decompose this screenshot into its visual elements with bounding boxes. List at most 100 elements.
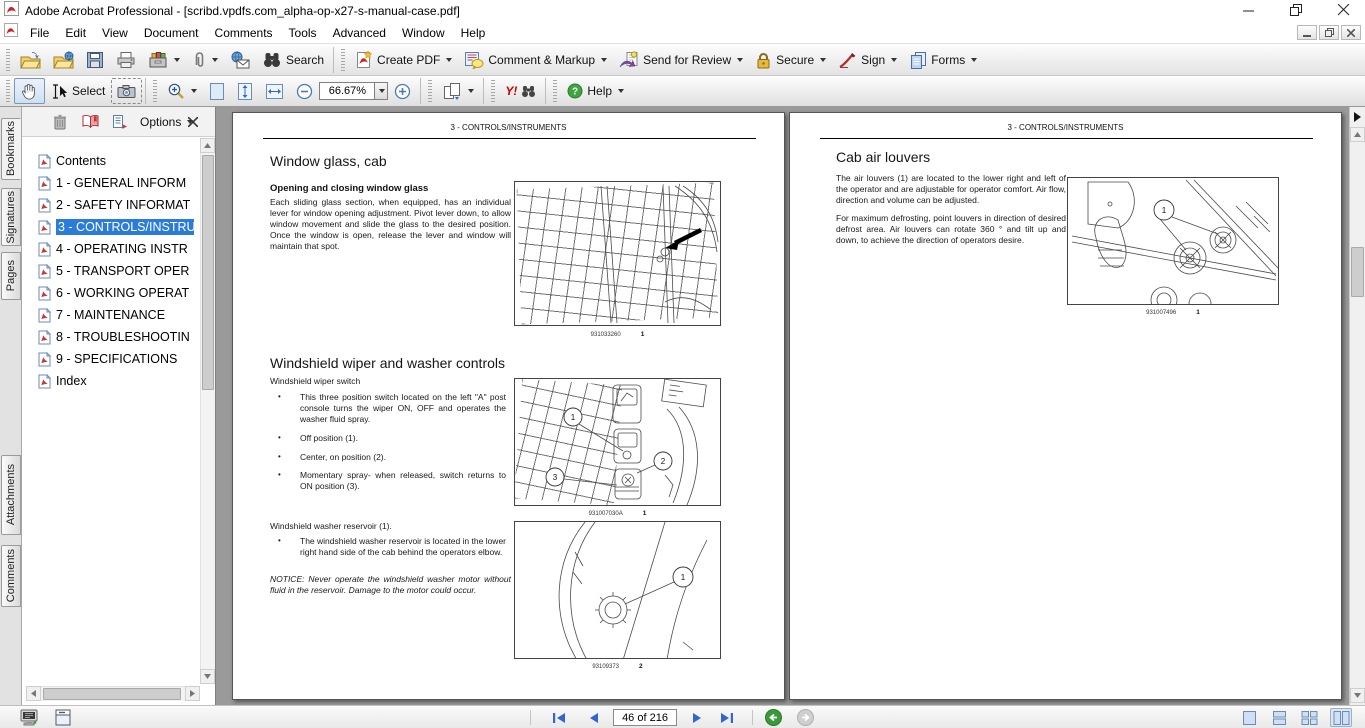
toolbar-grip[interactable] (6, 80, 10, 102)
bookmark-transport-operations[interactable]: 5 - TRANSPORT OPER (38, 261, 189, 281)
page-panel-button[interactable] (52, 708, 74, 727)
first-page-button[interactable] (548, 708, 570, 727)
tab-attachments[interactable]: Attachments (1, 455, 21, 535)
bookmark-operating-instructions[interactable]: 4 - OPERATING INSTR (38, 239, 188, 259)
bookmark-troubleshooting[interactable]: 8 - TROUBLESHOOTIN (38, 327, 190, 347)
sign-button[interactable]: Sign (832, 47, 903, 73)
menu-view[interactable]: View (94, 24, 136, 42)
zoom-out-button[interactable] (290, 78, 319, 104)
continuous-layout-button[interactable] (1268, 708, 1290, 727)
forms-button[interactable]: Forms (903, 47, 983, 73)
scroll-right-arrow[interactable] (185, 686, 200, 701)
fit-page-button[interactable] (203, 78, 231, 104)
secure-dropdown[interactable] (820, 58, 826, 62)
facing-layout-button[interactable] (1298, 708, 1320, 727)
doc-restore-button[interactable] (1319, 25, 1339, 40)
tab-comments[interactable]: Comments (1, 545, 21, 607)
bookmark-controls-instruments[interactable]: 3 - CONTROLS/INSTRU (38, 217, 194, 237)
open-button[interactable] (14, 47, 47, 73)
comment-markup-dropdown[interactable] (601, 58, 607, 62)
bookmark-working-operations[interactable]: 6 - WORKING OPERAT (38, 283, 189, 303)
toolbar-grip[interactable] (6, 49, 10, 71)
previous-view-button[interactable] (762, 708, 784, 727)
page-number-input[interactable]: 46 of 216 (613, 709, 677, 726)
zoom-tool-dropdown[interactable] (191, 89, 197, 93)
page-display-button[interactable] (436, 78, 480, 104)
last-page-button[interactable] (716, 708, 738, 727)
close-button[interactable] (1329, 1, 1359, 19)
toolbar-grip[interactable] (341, 49, 345, 71)
yahoo-search-button[interactable]: Y! (499, 78, 542, 104)
doc-close-button[interactable] (1341, 25, 1361, 40)
document-area[interactable]: 3 - CONTROLS/INSTRUMENTS Window glass, c… (216, 107, 1349, 705)
tab-pages[interactable]: Pages (1, 252, 21, 300)
open-web-button[interactable] (47, 47, 80, 73)
zoom-level-input[interactable]: 66.67% (319, 82, 375, 100)
close-panel-button[interactable] (183, 112, 203, 132)
save-button[interactable] (80, 47, 110, 73)
email-button[interactable] (224, 47, 256, 73)
document-scrollbar[interactable] (1349, 107, 1365, 705)
attach-dropdown[interactable] (212, 58, 218, 62)
scrollbar-thumb[interactable] (202, 155, 214, 390)
sign-dropdown[interactable] (891, 58, 897, 62)
menu-tools[interactable]: Tools (281, 24, 325, 42)
menu-comments[interactable]: Comments (207, 24, 281, 42)
create-pdf-dropdown[interactable] (446, 58, 452, 62)
toolbar-grip[interactable] (428, 80, 432, 102)
send-review-dropdown[interactable] (737, 58, 743, 62)
comment-markup-button[interactable]: Comment & Markup (458, 47, 613, 73)
scrollbar-thumb[interactable] (43, 688, 181, 700)
tab-signatures[interactable]: Signatures (1, 188, 21, 246)
snapshot-tool-button[interactable] (111, 78, 142, 104)
scroll-up-arrow[interactable] (1350, 127, 1365, 142)
minimize-button[interactable] (1233, 1, 1263, 19)
search-button[interactable]: Search (256, 47, 330, 73)
restore-button[interactable] (1281, 1, 1311, 19)
page-display-dropdown[interactable] (468, 89, 474, 93)
scroll-left-arrow[interactable] (26, 686, 41, 701)
create-pdf-button[interactable]: Create PDF (349, 47, 458, 73)
bookmark-maintenance[interactable]: 7 - MAINTENANCE (38, 305, 165, 325)
next-view-button[interactable] (794, 708, 816, 727)
menu-document[interactable]: Document (136, 24, 207, 42)
secure-button[interactable]: Secure (749, 47, 832, 73)
scroll-down-arrow[interactable] (1350, 688, 1365, 703)
organizer-dropdown[interactable] (174, 58, 180, 62)
bookmark-index[interactable]: Index (38, 371, 87, 391)
menu-file[interactable]: File (22, 24, 57, 42)
forms-dropdown[interactable] (971, 58, 977, 62)
bookmark-safety-information[interactable]: 2 - SAFETY INFORMAT (38, 195, 190, 215)
attach-button[interactable] (186, 47, 224, 73)
help-dropdown[interactable] (618, 89, 624, 93)
expand-current-bookmark-button[interactable] (80, 112, 100, 132)
menu-window[interactable]: Window (394, 24, 453, 42)
hide-pane-button[interactable] (1350, 109, 1364, 125)
single-page-layout-button[interactable] (1238, 708, 1260, 727)
select-tool-button[interactable]: Select (45, 78, 111, 104)
fit-height-button[interactable] (231, 78, 259, 104)
fit-width-button[interactable] (259, 78, 290, 104)
delete-bookmark-button[interactable] (50, 112, 70, 132)
new-bookmark-button[interactable] (110, 112, 130, 132)
bookmark-specifications[interactable]: 9 - SPECIFICATIONS (38, 349, 177, 369)
bookmarks-scrollbar-horizontal[interactable] (26, 686, 200, 701)
toolbar-grip[interactable] (491, 80, 495, 102)
help-button[interactable]: ? Help (561, 78, 630, 104)
menu-help[interactable]: Help (453, 24, 494, 42)
bookmark-general-information[interactable]: 1 - GENERAL INFORM (38, 173, 186, 193)
two-up-layout-button[interactable] (1330, 708, 1352, 727)
next-page-button[interactable] (686, 708, 708, 727)
hand-tool-button[interactable] (14, 78, 45, 104)
tab-bookmarks[interactable]: Bookmarks (1, 118, 21, 180)
doc-minimize-button[interactable] (1297, 25, 1317, 40)
toolbar-grip[interactable] (553, 80, 557, 102)
zoom-level-dropdown[interactable] (375, 82, 388, 100)
fullscreen-mode-button[interactable] (18, 708, 40, 727)
organizer-button[interactable] (142, 47, 186, 73)
bookmark-contents[interactable]: Contents (38, 151, 106, 171)
scroll-up-arrow[interactable] (200, 138, 215, 153)
menu-edit[interactable]: Edit (57, 24, 94, 42)
zoom-tool-button[interactable] (161, 78, 203, 104)
send-review-button[interactable]: Send for Review (613, 47, 749, 73)
